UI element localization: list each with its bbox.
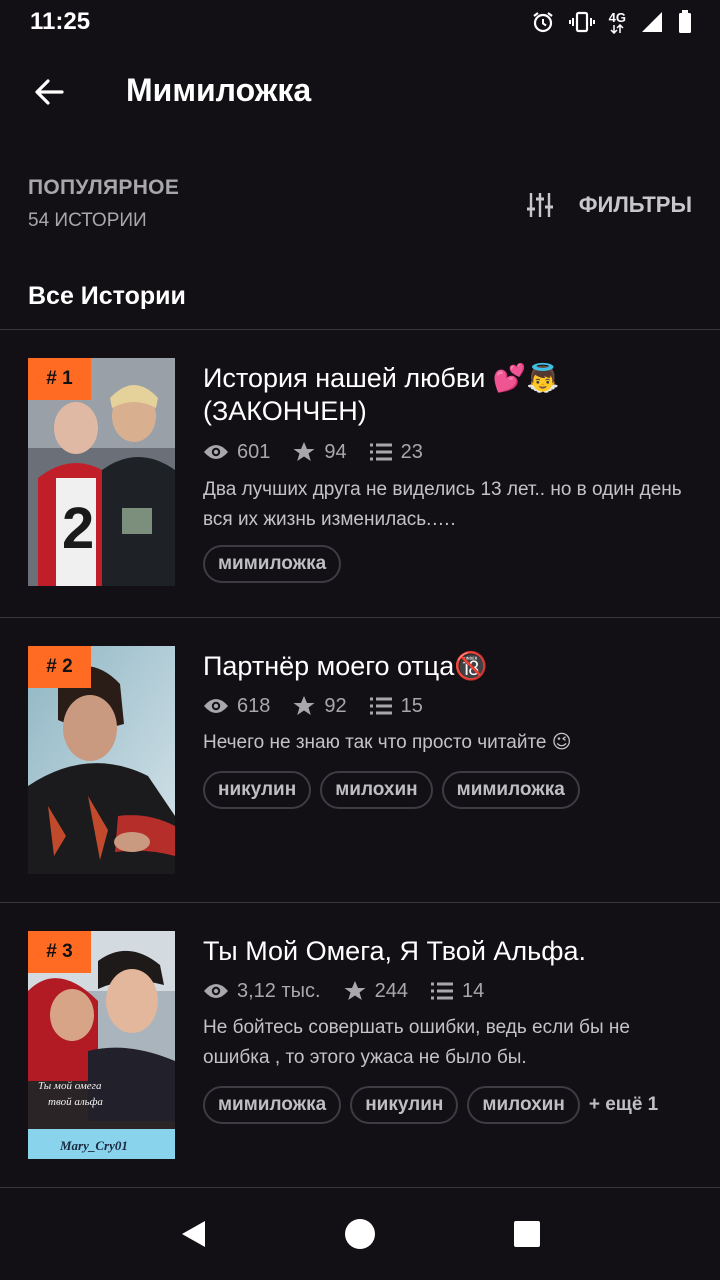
views-stat: 618 (203, 695, 270, 718)
filters-button[interactable]: ФИЛЬТРЫ (525, 190, 692, 220)
views-stat: 601 (203, 441, 270, 464)
votes-stat: 94 (292, 440, 347, 464)
signal-icon (640, 10, 664, 34)
story-item[interactable]: Ты мой омега твой альфа Mary_Cry01 # 3 Т… (0, 903, 720, 1189)
nav-recents-button[interactable] (507, 1214, 547, 1254)
tag-chip[interactable]: никулин (203, 771, 312, 809)
story-title[interactable]: Ты Мой Омега, Я Твой Альфа. (203, 935, 693, 968)
battery-icon (678, 10, 692, 34)
status-time: 11:25 (30, 8, 91, 35)
story-cover[interactable]: # 2 (28, 646, 175, 874)
parts-stat: 15 (369, 695, 423, 718)
filters-label: ФИЛЬТРЫ (578, 192, 692, 217)
tag-list: мимиложка (203, 545, 342, 583)
story-stats: 601 94 23 (203, 440, 445, 464)
story-description: Не бойтесь совершать ошибки, ведь если б… (203, 1017, 630, 1068)
back-button[interactable] (30, 72, 70, 112)
star-icon (293, 442, 315, 461)
story-item[interactable]: 2 # 1 История нашей любви 💕👼 (ЗАКОНЧЕН) … (0, 330, 720, 616)
eye-icon (204, 699, 228, 713)
eye-icon (204, 984, 228, 998)
list-icon (369, 443, 392, 461)
story-stats: 3,12 тыс. 244 14 (203, 979, 506, 1003)
story-item[interactable]: # 2 Партнёр моего отца🔞 618 92 15 Нечего… (0, 618, 720, 904)
more-tags-link[interactable]: + ещё 1 (589, 1094, 658, 1116)
list-icon (369, 697, 392, 715)
network-type: 4G (609, 11, 626, 34)
votes-stat: 92 (292, 694, 347, 718)
tag-list: мимиложка никулин милохин + ещё 1 (203, 1086, 658, 1124)
views-stat: 3,12 тыс. (203, 980, 321, 1003)
tag-list: никулин милохин мимиложка (203, 771, 580, 809)
star-icon (293, 696, 315, 715)
story-description: Нечего не знаю так что просто читайте 😉 (203, 732, 572, 753)
list-icon (430, 982, 453, 1000)
eye-icon (204, 445, 228, 459)
rank-badge: # 3 (28, 931, 91, 973)
svg-text:2: 2 (62, 496, 94, 561)
tag-chip[interactable]: милохин (467, 1086, 580, 1124)
app-bar: Мимиложка (0, 44, 720, 140)
list-heading: Все Истории (28, 282, 186, 310)
tag-chip[interactable]: мимиложка (203, 1086, 342, 1124)
tag-chip[interactable]: мимиложка (203, 545, 342, 583)
arrow-left-icon (35, 79, 64, 105)
status-bar: 11:25 4G (0, 0, 720, 44)
vibrate-icon (568, 10, 595, 34)
nav-home-button[interactable] (340, 1214, 380, 1254)
tag-chip[interactable]: милохин (320, 771, 433, 809)
circle-home-icon (344, 1219, 375, 1249)
rank-badge: # 2 (28, 646, 91, 688)
tag-chip[interactable]: мимиложка (441, 771, 580, 809)
svg-text:твой альфа: твой альфа (48, 1096, 103, 1108)
story-title[interactable]: Партнёр моего отца🔞 (203, 650, 693, 683)
rank-badge: # 1 (28, 358, 91, 400)
triangle-back-icon (182, 1221, 206, 1247)
svg-text:Mary_Cry01: Mary_Cry01 (59, 1138, 128, 1153)
story-cover[interactable]: Ты мой омега твой альфа Mary_Cry01 # 3 (28, 931, 175, 1159)
page-title: Мимиложка (126, 72, 312, 108)
story-cover[interactable]: 2 # 1 (28, 358, 175, 586)
votes-stat: 244 (343, 979, 408, 1003)
story-title[interactable]: История нашей любви 💕👼 (ЗАКОНЧЕН) (203, 362, 693, 428)
status-icons: 4G (531, 10, 692, 34)
sliders-icon (526, 193, 553, 217)
alarm-icon (531, 10, 555, 34)
parts-stat: 23 (369, 441, 423, 464)
parts-stat: 14 (430, 980, 484, 1003)
square-recents-icon (513, 1221, 540, 1247)
nav-back-button[interactable] (173, 1214, 213, 1254)
story-stats: 618 92 15 (203, 694, 445, 718)
svg-text:Ты мой омега: Ты мой омега (38, 1080, 102, 1092)
story-description: Два лучших друга не виделись 13 лет.. но… (203, 479, 682, 530)
star-icon (344, 981, 366, 1000)
tag-chip[interactable]: никулин (350, 1086, 459, 1124)
system-nav-bar (0, 1188, 720, 1280)
section-header: ПОПУЛЯРНОЕ 54 ИСТОРИИ ФИЛЬТРЫ (28, 176, 692, 246)
